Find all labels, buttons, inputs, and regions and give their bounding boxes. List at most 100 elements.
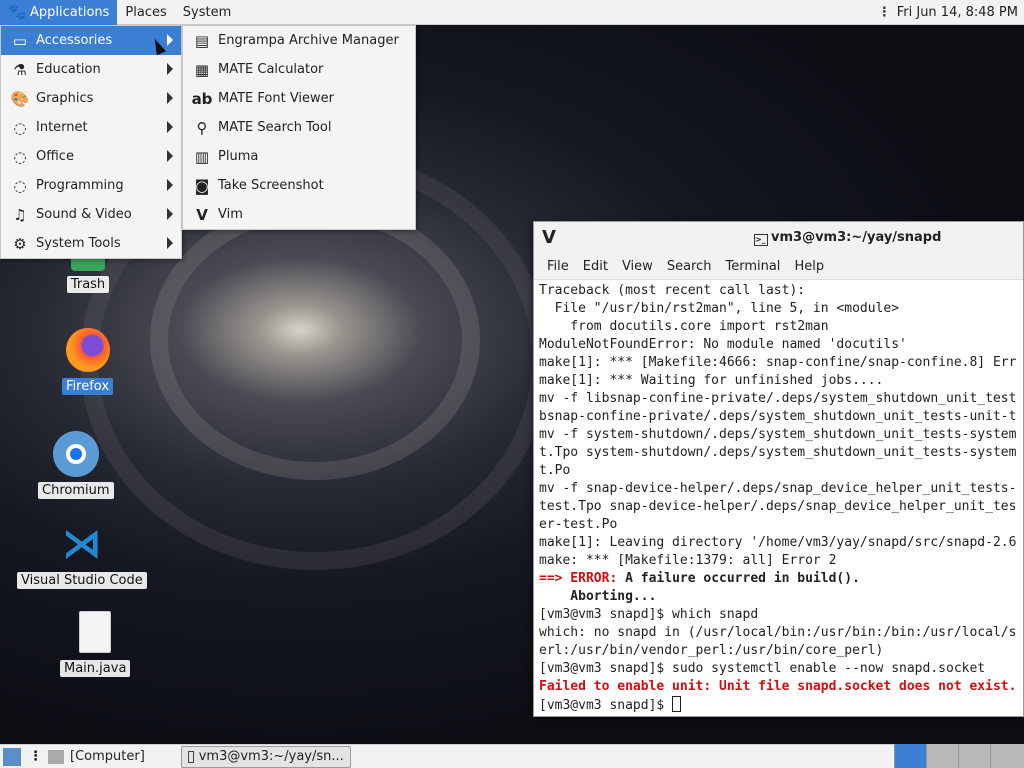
terminal-menu-edit[interactable]: Edit — [576, 259, 615, 274]
menu-category-sound-video[interactable]: ♫ Sound & Video — [1, 200, 181, 229]
office-icon: ◌ — [13, 147, 27, 166]
computer-icon — [48, 749, 64, 764]
menu-item-calculator[interactable]: ▦ MATE Calculator — [183, 55, 415, 84]
search-icon: ⚲ — [196, 118, 208, 137]
menu-item-vim[interactable]: V Vim — [183, 200, 415, 229]
terminal-line: er-test.Po — [539, 517, 618, 532]
menu-item-label: Pluma — [218, 149, 259, 164]
menu-category-graphics[interactable]: 🎨 Graphics — [1, 84, 181, 113]
desktop-icon-firefox[interactable]: Firefox — [62, 326, 114, 395]
terminal-window[interactable]: V >_ vm3@vm3:~/yay/snapd File Edit View Sear… — [533, 221, 1024, 717]
menu-category-programming[interactable]: ◌ Programming — [1, 171, 181, 200]
archive-icon: ▤ — [194, 31, 210, 50]
terminal-line: Aborting... — [539, 589, 657, 604]
terminal-line: make: *** [Makefile:1379: all] Error 2 — [539, 553, 837, 568]
terminal-menu-help[interactable]: Help — [787, 259, 831, 274]
terminal-output[interactable]: Traceback (most recent call last): File … — [534, 280, 1023, 716]
vim-logo-icon: V — [542, 227, 556, 248]
category-label: Education — [36, 62, 101, 77]
mate-foot-icon: 🐾 — [8, 3, 27, 21]
terminal-line: make[1]: Leaving directory '/home/vm3/ya… — [539, 535, 1017, 550]
education-icon: ⚗ — [13, 60, 27, 79]
text-cursor — [672, 696, 682, 712]
system-menu[interactable]: System — [175, 0, 239, 25]
menu-item-text-editor[interactable]: ▥ Pluma — [183, 142, 415, 171]
terminal-line: make[1]: *** [Makefile:4666: snap-confin… — [539, 355, 1017, 370]
places-menu[interactable]: Places — [117, 0, 174, 25]
desktop-icon-vscode[interactable]: ⋊ Visual Studio Code — [17, 520, 147, 589]
category-label: Office — [36, 149, 74, 164]
menu-item-font[interactable]: ab MATE Font Viewer — [183, 84, 415, 113]
task-terminal-label: vm3@vm3:~/yay/sn... — [198, 749, 344, 764]
programming-icon: ◌ — [13, 176, 27, 195]
submenu-arrow-icon — [167, 150, 173, 162]
camera-icon: ◙ — [194, 176, 210, 195]
submenu-arrow-icon — [167, 92, 173, 104]
applications-dropdown: ▭ Accessories ⚗ Education 🎨 Graphics ◌ Internet… — [0, 25, 182, 259]
terminal-line: bsnap-confine-private/.deps/system_shutd… — [539, 409, 1017, 424]
mainjava-label: Main.java — [60, 660, 131, 677]
vscode-label: Visual Studio Code — [17, 572, 147, 589]
error-message: A failure occurred in build(). — [617, 571, 860, 586]
terminal-title-text: vm3@vm3:~/yay/snapd — [771, 230, 942, 245]
menu-item-label: MATE Calculator — [218, 62, 324, 77]
terminal-line: test.Tpo snap-device-helper/.deps/snap_d… — [539, 499, 1017, 514]
task-terminal[interactable]: vm3@vm3:~/yay/sn... — [180, 745, 351, 768]
bottom-panel: ⋮ [Computer] vm3@vm3:~/yay/sn... — [0, 744, 1024, 768]
category-label: Accessories — [36, 33, 113, 48]
workspace-1[interactable] — [894, 744, 926, 768]
submenu-arrow-icon — [167, 237, 173, 249]
menu-item-label: MATE Search Tool — [218, 120, 332, 135]
terminal-line: which: no snapd in (/usr/local/bin:/usr/… — [539, 625, 1017, 640]
terminal-line: [vm3@vm3 snapd]$ which snapd — [539, 607, 759, 622]
system-tools-icon: ⚙ — [13, 234, 27, 253]
desktop-icon-mainjava[interactable]: Main.java — [60, 608, 131, 677]
trash-label: Trash — [66, 276, 110, 293]
terminal-menu-view[interactable]: View — [615, 259, 660, 274]
terminal-line: t.Tpo system-shutdown/.deps/system_shutd… — [539, 445, 1017, 460]
menu-item-camera[interactable]: ◙ Take Screenshot — [183, 171, 415, 200]
menu-item-archive[interactable]: ▤ Engrampa Archive Manager — [183, 26, 415, 55]
terminal-title: >_ vm3@vm3:~/yay/snapd — [754, 230, 941, 246]
terminal-menu-file[interactable]: File — [540, 259, 576, 274]
menu-category-system-tools[interactable]: ⚙ System Tools — [1, 229, 181, 258]
terminal-titlebar[interactable]: V >_ vm3@vm3:~/yay/snapd — [534, 222, 1023, 253]
category-label: Programming — [36, 178, 124, 193]
submenu-arrow-icon — [167, 208, 173, 220]
internet-icon: ◌ — [13, 118, 27, 137]
show-desktop-icon[interactable] — [3, 747, 21, 766]
terminal-prompt-line[interactable]: [vm3@vm3 snapd]$ — [539, 696, 1018, 715]
terminal-menu-search[interactable]: Search — [660, 259, 719, 274]
terminal-line: mv -f system-shutdown/.deps/system_shutd… — [539, 427, 1017, 442]
file-icon — [71, 608, 119, 656]
category-label: Sound & Video — [36, 207, 132, 222]
terminal-line: t.Po — [539, 463, 571, 478]
category-label: Graphics — [36, 91, 94, 106]
accessories-submenu: ▤ Engrampa Archive Manager ▦ MATE Calculato… — [182, 25, 416, 230]
terminal-menu-terminal[interactable]: Terminal — [718, 259, 787, 274]
menu-category-office[interactable]: ◌ Office — [1, 142, 181, 171]
terminal-icon: >_ — [754, 234, 768, 246]
desktop-icon-chromium[interactable]: Chromium — [38, 430, 114, 499]
terminal-line: from docutils.core import rst2man — [539, 319, 829, 334]
panel-handle-icon: ⋮ — [877, 5, 891, 20]
workspace-4[interactable] — [990, 744, 1024, 768]
terminal-task-icon — [187, 750, 194, 763]
workspace-2[interactable] — [926, 744, 958, 768]
terminal-line: File "/usr/bin/rst2man", line 5, in <mod… — [539, 301, 900, 316]
menu-category-education[interactable]: ⚗ Education — [1, 55, 181, 84]
workspace-3[interactable] — [958, 744, 990, 768]
firefox-label: Firefox — [62, 378, 114, 395]
category-label: Internet — [36, 120, 88, 135]
task-computer[interactable]: [Computer] — [64, 746, 151, 768]
terminal-line: ModuleNotFoundError: No module named 'do… — [539, 337, 907, 352]
firefox-icon — [64, 326, 112, 374]
menu-category-internet[interactable]: ◌ Internet — [1, 113, 181, 142]
menu-item-label: Vim — [218, 207, 243, 222]
menu-item-search[interactable]: ⚲ MATE Search Tool — [183, 113, 415, 142]
terminal-line: mv -f libsnap-confine-private/.deps/syst… — [539, 391, 1017, 406]
applications-menu[interactable]: 🐾 Applications — [0, 0, 118, 25]
clock-text: Fri Jun 14, 8:48 PM — [896, 5, 1018, 20]
submenu-arrow-icon — [167, 34, 173, 46]
clock[interactable]: ⋮ Fri Jun 14, 8:48 PM — [878, 0, 1018, 25]
